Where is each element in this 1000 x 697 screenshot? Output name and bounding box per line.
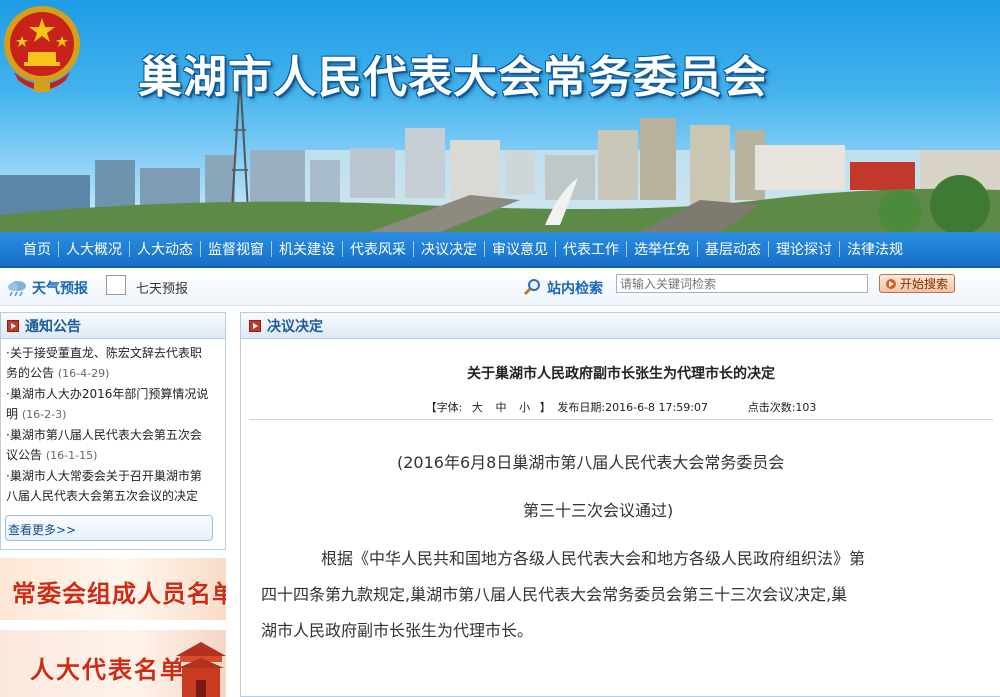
notice-date: (16-4-29): [57, 367, 110, 380]
view-more-link[interactable]: 查看更多>>: [5, 515, 213, 541]
list-item[interactable]: ·巢湖市人大常委会关于召开巢湖市第 八届人民代表大会第五次会议的决定: [6, 466, 219, 507]
header-banner: 巢湖市人民代表大会常务委员会: [0, 0, 1000, 232]
nav-item-overview[interactable]: 人大概况: [59, 239, 129, 259]
deputies-list-banner[interactable]: 人大代表名单: [0, 630, 226, 697]
search-button[interactable]: 开始搜索: [879, 274, 955, 293]
article-body-line: (2016年6月8日巢湖市第八届人民代表大会常务委员会: [397, 453, 785, 472]
site-search-label: 站内检索: [547, 281, 603, 297]
font-size-label: 【字体:: [425, 401, 463, 414]
nav-item-resolutions[interactable]: 决议决定: [414, 239, 484, 259]
notice-panel: 通知公告 ·关于接受董直龙、陈宏文辞去代表职 务的公告 (16-4-29) ·巢…: [0, 312, 226, 550]
font-size-large-button[interactable]: 大: [469, 401, 486, 414]
notice-text: 明: [6, 407, 19, 421]
notice-text: ·巢湖市第八届人民代表大会第五次会: [6, 428, 202, 442]
list-item[interactable]: ·巢湖市人大办2016年部门预算情况说 明 (16-2-3): [6, 384, 219, 425]
nav-item-home[interactable]: 首页: [16, 239, 58, 259]
search-input[interactable]: [616, 274, 868, 293]
nav-item-opinions[interactable]: 审议意见: [485, 239, 555, 259]
nav-item-laws[interactable]: 法律法规: [840, 239, 910, 259]
nav-divider: [768, 241, 769, 257]
city-skyline-image: [0, 74, 1000, 232]
list-item[interactable]: ·关于接受董直龙、陈宏文辞去代表职 务的公告 (16-4-29): [6, 343, 219, 384]
committee-members-banner-text: 常委会组成人员名单: [12, 580, 226, 608]
notice-list: ·关于接受董直龙、陈宏文辞去代表职 务的公告 (16-4-29) ·巢湖市人大办…: [1, 339, 225, 511]
divider: [249, 419, 993, 420]
nav-item-deputy-work[interactable]: 代表工作: [556, 239, 626, 259]
weather-cloud-icon: [8, 281, 26, 297]
seven-day-forecast-label[interactable]: 七天预报: [136, 278, 188, 297]
arrow-right-icon: [885, 278, 896, 289]
nav-item-grassroots[interactable]: 基层动态: [698, 239, 768, 259]
weather-forecast-link[interactable]: 天气预报: [32, 278, 88, 298]
nav-divider: [271, 241, 272, 257]
section-title: 决议决定: [267, 318, 323, 335]
nav-divider: [342, 241, 343, 257]
nav-divider: [697, 241, 698, 257]
list-item[interactable]: ·巢湖市第八届人民代表大会第五次会 议公告 (16-1-15): [6, 425, 219, 466]
font-size-close: 】: [539, 401, 551, 414]
nav-divider: [484, 241, 485, 257]
nav-item-organ-building[interactable]: 机关建设: [272, 239, 342, 259]
nav-divider: [839, 241, 840, 257]
font-size-medium-button[interactable]: 中: [493, 401, 510, 414]
nav-item-theory[interactable]: 理论探讨: [769, 239, 839, 259]
nav-divider: [200, 241, 201, 257]
notice-date: (16-1-15): [45, 449, 98, 462]
notice-text: 议公告: [6, 448, 43, 462]
nav-divider: [413, 241, 414, 257]
nav-item-deputies[interactable]: 代表风采: [343, 239, 413, 259]
nav-item-elections[interactable]: 选举任免: [627, 239, 697, 259]
article-meta: 【字体: 大 中 小 】 发布日期:2016-6-8 17:59:07 点击次数…: [241, 399, 1000, 415]
main-nav: 首页 人大概况 人大动态 监督视窗 机关建设 代表风采 决议决定 审议意见 代表…: [0, 232, 1000, 268]
article-panel-header: 决议决定: [241, 313, 1000, 339]
notice-text: ·关于接受董直龙、陈宏文辞去代表职: [6, 346, 202, 360]
toolbar: 天气预报 七天预报 站内检索 开始搜索: [0, 268, 1000, 306]
notice-panel-header: 通知公告: [1, 313, 225, 339]
nav-divider: [58, 241, 59, 257]
notice-panel-title: 通知公告: [25, 318, 81, 335]
site-title: 巢湖市人民代表大会常务委员会: [138, 52, 768, 103]
deputies-list-banner-text: 人大代表名单: [30, 656, 186, 684]
click-count: 点击次数:103: [747, 401, 817, 414]
font-size-small-button[interactable]: 小: [516, 401, 533, 414]
committee-members-banner[interactable]: 常委会组成人员名单: [0, 558, 226, 620]
nav-item-supervision[interactable]: 监督视窗: [201, 239, 271, 259]
article-body-line: 第三十三次会议通过): [523, 501, 674, 520]
seven-day-forecast-checkbox[interactable]: [106, 275, 126, 295]
nav-divider: [626, 241, 627, 257]
arrow-bullet-icon: [7, 319, 19, 332]
search-icon: [523, 279, 540, 296]
article-body-line: 湖市人民政府副市长张生为代理市长。: [261, 621, 534, 640]
notice-text: 务的公告: [6, 366, 55, 380]
national-emblem-icon: [4, 6, 80, 92]
notice-text: 八届人民代表大会第五次会议的决定: [6, 489, 199, 503]
nav-item-news[interactable]: 人大动态: [130, 239, 200, 259]
tiananmen-gate-icon: [176, 642, 226, 697]
notice-text: ·巢湖市人大办2016年部门预算情况说: [6, 387, 209, 401]
article-body-line: 四十四条第九款规定,巢湖市第八届人民代表大会常务委员会第三十三次会议决定,巢: [261, 585, 848, 604]
arrow-bullet-icon: [249, 319, 261, 332]
notice-text: ·巢湖市人大常委会关于召开巢湖市第: [6, 469, 202, 483]
notice-date: (16-2-3): [21, 408, 67, 421]
article-panel: 决议决定 关于巢湖市人民政府副市长张生为代理市长的决定 【字体: 大 中 小 】…: [240, 312, 1000, 697]
article-body-line: 根据《中华人民共和国地方各级人民代表大会和地方各级人民政府组织法》第: [321, 549, 866, 568]
publish-date: 发布日期:2016-6-8 17:59:07: [557, 401, 708, 414]
article-title: 关于巢湖市人民政府副市长张生为代理市长的决定: [467, 366, 775, 382]
search-button-label: 开始搜索: [899, 277, 948, 291]
nav-divider: [555, 241, 556, 257]
nav-divider: [129, 241, 130, 257]
